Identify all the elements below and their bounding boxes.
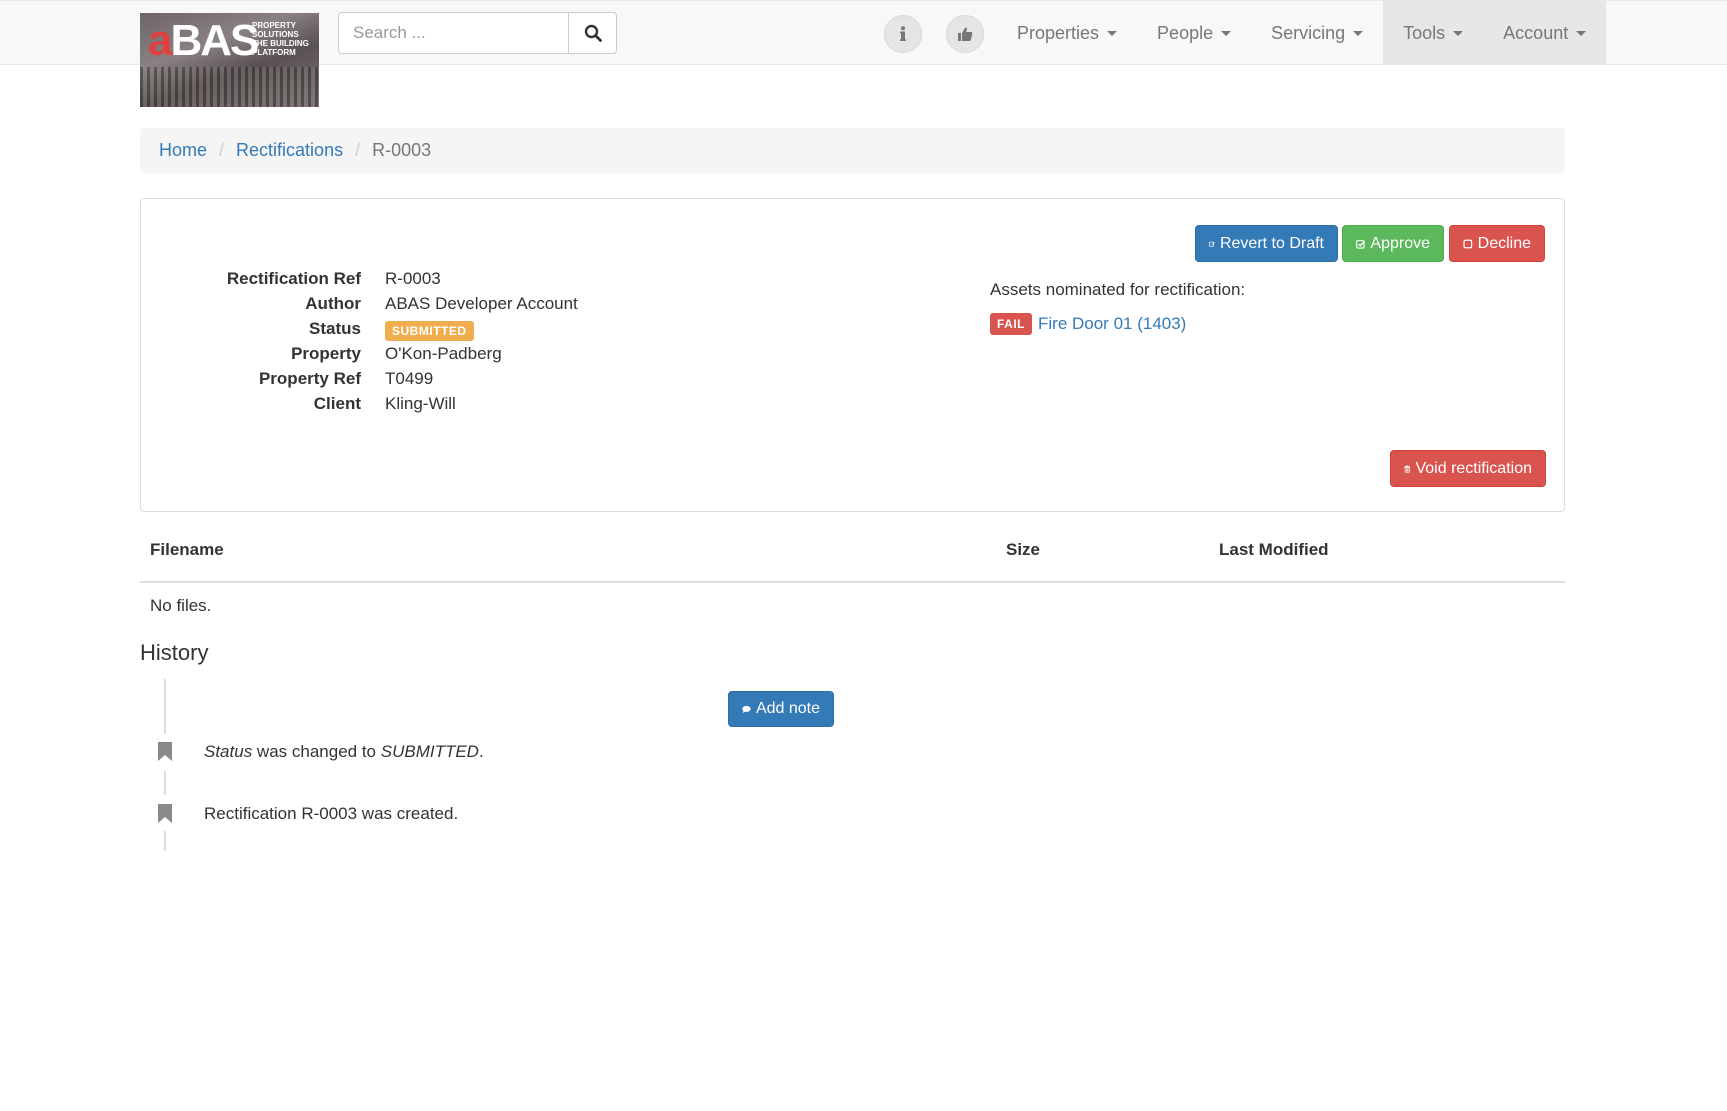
- timeline-line: [164, 831, 166, 851]
- history-middle-text: was changed to: [252, 742, 381, 761]
- table-header-divider: [140, 581, 1565, 583]
- property-link[interactable]: O'Kon-Padberg: [385, 344, 502, 364]
- detail-label: Property: [291, 344, 361, 363]
- detail-row-property-ref: Property Ref T0499: [141, 369, 841, 394]
- menu-properties-label: Properties: [1017, 22, 1100, 43]
- decline-label: Decline: [1477, 234, 1531, 252]
- decline-button[interactable]: Decline: [1449, 225, 1545, 262]
- caret-down-icon: [1353, 30, 1364, 36]
- client-link[interactable]: Kling-Will: [385, 394, 456, 414]
- asset-item: FAIL Fire Door 01 (1403): [990, 313, 1186, 335]
- timeline-line: [164, 771, 166, 795]
- caret-down-icon: [1576, 30, 1587, 36]
- bookmark-icon: [158, 804, 172, 823]
- detail-value-author: ABAS Developer Account: [385, 294, 578, 313]
- menu-account[interactable]: Account: [1483, 1, 1607, 65]
- feedback-button[interactable]: [946, 15, 984, 53]
- column-last-modified[interactable]: Last Modified: [1219, 540, 1329, 560]
- timeline-line: [164, 679, 166, 734]
- check-square-icon: [1356, 239, 1366, 249]
- search-form: [338, 12, 617, 54]
- detail-label: Client: [313, 394, 361, 413]
- revert-to-draft-button[interactable]: Revert to Draft: [1195, 225, 1338, 262]
- brand-tagline: PROPERTY SOLUTIONS THE BUILDING PLATFORM: [252, 21, 309, 57]
- void-rectification-label: Void rectification: [1415, 459, 1532, 477]
- menu-servicing-label: Servicing: [1271, 22, 1346, 43]
- caret-down-icon: [1453, 30, 1464, 36]
- detail-label: Property Ref: [258, 369, 361, 388]
- brand-logo[interactable]: aBAS PROPERTY SOLUTIONS THE BUILDING PLA…: [140, 13, 319, 107]
- breadcrumb-separator: /: [219, 140, 225, 160]
- menu-properties[interactable]: Properties: [997, 1, 1137, 65]
- detail-label: Author: [305, 294, 361, 313]
- status-badge: SUBMITTED: [385, 321, 474, 341]
- menu-servicing[interactable]: Servicing: [1251, 1, 1383, 65]
- add-note-label: Add note: [755, 700, 820, 717]
- revert-to-draft-label: Revert to Draft: [1219, 234, 1324, 252]
- thumbs-up-icon: [958, 27, 973, 41]
- detail-value-property-ref: T0499: [385, 369, 434, 388]
- history-end-text: .: [478, 742, 484, 761]
- search-input[interactable]: [338, 12, 569, 54]
- history-entry-status: Status was changed to SUBMITTED.: [204, 742, 484, 762]
- empty-files-message: No files.: [150, 596, 212, 615]
- brand-city-skyline: [140, 67, 319, 107]
- breadcrumb-current: R-0003: [372, 140, 432, 160]
- detail-row-property: Property O'Kon-Padberg: [141, 344, 841, 369]
- detail-row-client: Client Kling-Will: [141, 394, 841, 419]
- caret-down-icon: [1221, 30, 1232, 36]
- brand-logo-bas: BAS: [170, 16, 259, 65]
- asset-fail-badge: FAIL: [990, 313, 1032, 335]
- info-icon: [900, 26, 906, 41]
- menu-people-label: People: [1157, 22, 1214, 43]
- menu-tools[interactable]: Tools: [1383, 1, 1484, 65]
- asset-link[interactable]: Fire Door 01 (1403): [1038, 314, 1186, 334]
- history-heading: History: [140, 640, 209, 665]
- breadcrumb-rectifications[interactable]: Rectifications: [236, 140, 343, 161]
- approve-label: Approve: [1370, 234, 1430, 252]
- caret-down-icon: [1107, 30, 1118, 36]
- bookmark-icon: [158, 742, 172, 761]
- search-button[interactable]: [569, 12, 617, 54]
- assets-heading: Assets nominated for rectification:: [990, 280, 1246, 299]
- menu-account-label: Account: [1503, 22, 1569, 43]
- breadcrumb-separator: /: [355, 140, 361, 160]
- detail-label: Status: [309, 319, 361, 338]
- detail-label: Rectification Ref: [226, 269, 361, 288]
- info-button[interactable]: [884, 15, 922, 53]
- menu-tools-label: Tools: [1403, 22, 1446, 43]
- detail-row-author: Author ABAS Developer Account: [141, 294, 841, 319]
- rectification-panel: Revert to Draft Approve Decline Rectific…: [140, 198, 1565, 512]
- comment-icon: [742, 705, 751, 713]
- main-menu: Properties People Servicing Tools Accoun…: [997, 1, 1607, 65]
- detail-row-ref: Rectification Ref R-0003: [141, 269, 841, 294]
- detail-row-status: Status SUBMITTED: [141, 319, 841, 344]
- void-rectification-button[interactable]: Void rectification: [1390, 450, 1546, 487]
- approve-button[interactable]: Approve: [1342, 225, 1444, 262]
- column-size[interactable]: Size: [1006, 540, 1040, 560]
- detail-value-ref: R-0003: [385, 269, 441, 288]
- breadcrumb-home[interactable]: Home: [159, 140, 207, 161]
- brand-logo-a: a: [148, 16, 173, 65]
- square-icon: [1463, 239, 1473, 248]
- menu-people[interactable]: People: [1137, 1, 1251, 65]
- column-filename[interactable]: Filename: [150, 540, 224, 560]
- search-icon: [584, 24, 602, 42]
- trash-icon: [1404, 465, 1411, 473]
- breadcrumb: Home / Rectifications / R-0003: [140, 128, 1565, 173]
- add-note-button[interactable]: Add note: [728, 691, 834, 727]
- history-value: SUBMITTED: [380, 742, 479, 761]
- history-entry-created: Rectification R-0003 was created.: [204, 804, 459, 823]
- edit-icon: [1209, 241, 1215, 247]
- history-field: Status: [204, 742, 253, 761]
- top-navbar: aBAS PROPERTY SOLUTIONS THE BUILDING PLA…: [0, 0, 1727, 107]
